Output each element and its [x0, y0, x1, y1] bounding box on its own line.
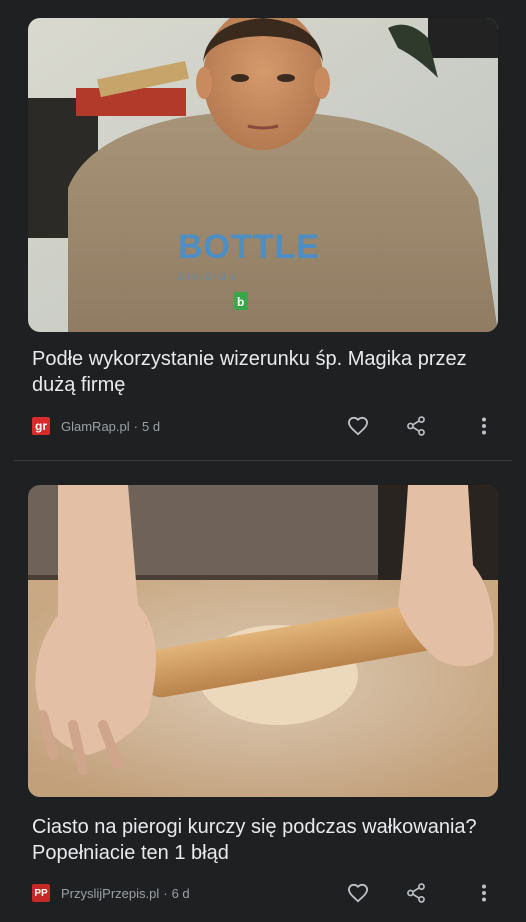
like-icon[interactable] — [346, 881, 370, 905]
sweatshirt-badge-text: b — [237, 295, 244, 309]
share-icon[interactable] — [404, 881, 428, 905]
article-age: 6 d — [171, 885, 190, 901]
more-options-icon[interactable] — [472, 414, 496, 438]
news-feed: BOTTLE D I V I S I O N b Podłe wykorzyst… — [0, 0, 526, 922]
glamrap-logo: gr — [32, 417, 50, 435]
source-name[interactable]: PrzyslijPrzepis.pl — [61, 886, 159, 901]
article-meta: gr GlamRap.pl · 5 d — [32, 413, 498, 439]
source-name[interactable]: GlamRap.pl — [61, 419, 130, 434]
article-actions — [346, 414, 498, 438]
przepis-logo: PP — [32, 884, 50, 902]
sweatshirt-brand-text: BOTTLE — [178, 228, 320, 266]
article-title[interactable]: Ciasto na pierogi kurczy się podczas wał… — [32, 814, 494, 866]
article-image[interactable]: BOTTLE D I V I S I O N b — [28, 18, 498, 332]
article-age: 5 d — [141, 418, 161, 434]
more-options-icon[interactable] — [472, 881, 496, 905]
card-divider — [14, 460, 512, 461]
sweatshirt-sub-text: D I V I S I O N — [178, 272, 235, 282]
article-title[interactable]: Podłe wykorzystanie wizerunku śp. Magika… — [32, 346, 494, 398]
share-icon[interactable] — [404, 414, 428, 438]
separator-dot: · — [133, 418, 138, 434]
article-image[interactable] — [28, 485, 498, 797]
article-meta: PP PrzyslijPrzepis.pl · 6 d — [32, 880, 498, 906]
article-actions — [346, 881, 498, 905]
article-card[interactable]: Ciasto na pierogi kurczy się podczas wał… — [0, 465, 526, 922]
separator-dot: · — [163, 885, 168, 901]
article-card[interactable]: BOTTLE D I V I S I O N b Podłe wykorzyst… — [0, 0, 526, 460]
like-icon[interactable] — [346, 414, 370, 438]
